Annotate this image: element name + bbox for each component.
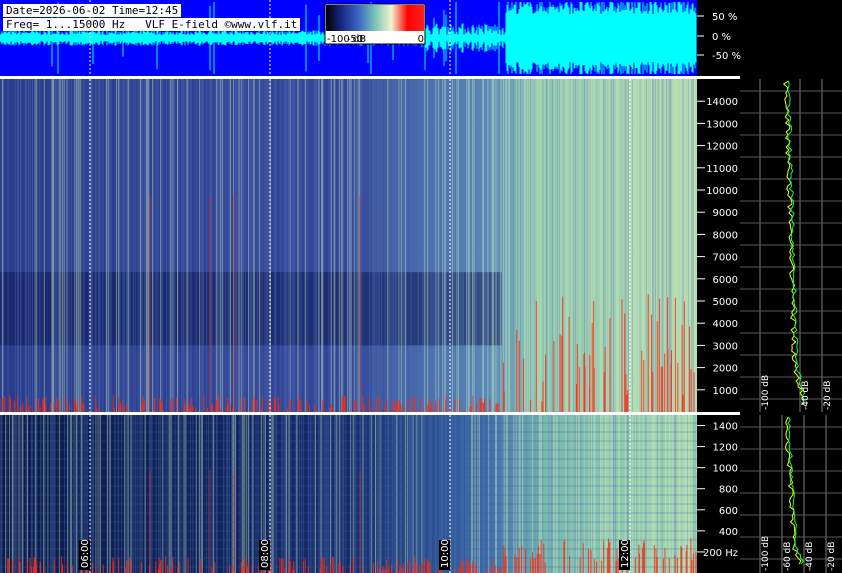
freq-axis-full-label-3: 4000	[713, 319, 738, 330]
freq-axis-low: 200 Hz 400 600 800 1000 1200 1400	[697, 422, 738, 559]
spectrogram-low	[0, 415, 697, 573]
freq-axis-full-label-8: 9000	[713, 208, 738, 219]
freq-axis-low-label-6: 1400	[713, 422, 738, 433]
spectrum-low-xlabel-2: -40 dB	[805, 542, 815, 571]
time-label-3: 12:00	[620, 539, 631, 568]
spectrum-full-xlabel-2: -20 dB	[823, 381, 833, 410]
time-label-2: 10:00	[440, 539, 451, 568]
freq-axis-low-label-0: 200 Hz	[703, 548, 738, 559]
spectrum-low: -100 dB -60 dB -40 dB -20 dB	[740, 415, 842, 573]
freq-axis-low-label-1: 400	[719, 527, 738, 538]
spectrum-low-xlabel-1: -60 dB	[783, 542, 793, 571]
colorbar-label-2: 0	[418, 34, 424, 45]
freq-axis-full-label-7: 8000	[713, 230, 738, 241]
spectrogram-full	[0, 79, 697, 412]
vlf-spectrogram-page: 50 % 0 % -50 % -100 dB -50 0 1000 2000 3000 4000 5…	[0, 0, 842, 573]
spectrum-full-xlabel-0: -100 dB	[761, 375, 771, 410]
station-text: VLF E-field ©www.vlf.it	[145, 18, 298, 31]
waveform-separator	[0, 76, 740, 79]
spectrum-full: -100 dB -40 dB -20 dB	[740, 79, 842, 412]
freq-axis-full-label-10: 11000	[706, 164, 738, 175]
freq-axis-full-label-1: 2000	[713, 364, 738, 375]
freq-axis-low-label-3: 800	[719, 485, 738, 496]
spectrogram-separator	[0, 412, 740, 415]
colorbar: -100 dB-50 0	[324, 3, 426, 45]
time-label-1: 08:00	[260, 539, 271, 568]
spectrum-full-xlabel-1: -40 dB	[801, 381, 811, 410]
freq-axis-full-label-11: 12000	[706, 142, 738, 153]
freq-axis-full-label-6: 7000	[713, 253, 738, 264]
spectrum-low-xlabel-0: -100 dB	[761, 536, 771, 571]
freq-axis-full-label-5: 6000	[713, 275, 738, 286]
time-label-0: 06:00	[80, 539, 91, 568]
freq-range-text: Freq= 1...15000 Hz	[6, 18, 126, 31]
freq-axis-full: 1000 2000 3000 4000 5000 6000 7000 8000 9000 1000…	[697, 97, 738, 397]
spectrum-low-xlabel-3: -20 dB	[827, 542, 837, 571]
waveform-label-0: 50 %	[712, 12, 737, 23]
freq-axis-low-label-2: 600	[719, 506, 738, 517]
freq-axis-full-label-12: 13000	[706, 119, 738, 130]
freq-info-label: Freq= 1...15000 Hz VLF E-field ©www.vlf.…	[3, 18, 301, 31]
freq-axis-full-label-0: 1000	[713, 386, 738, 397]
freq-axis-full-label-9: 10000	[706, 186, 738, 197]
colorbar-gradient	[326, 5, 424, 31]
vlf-canvas: 50 % 0 % -50 % -100 dB -50 0 1000 2000 3000 4000 5…	[0, 0, 842, 573]
colorbar-label-1: -50	[347, 34, 363, 45]
freq-axis-full-label-13: 14000	[706, 97, 738, 108]
freq-axis-full-label-4: 5000	[713, 297, 738, 308]
freq-axis-full-label-2: 3000	[713, 341, 738, 352]
waveform-label-2: -50 %	[712, 51, 741, 62]
freq-axis-low-label-5: 1200	[713, 443, 738, 454]
date-time-label: Date=2026-06-02 Time=12:45	[3, 4, 182, 17]
freq-axis-low-label-4: 1000	[713, 464, 738, 475]
waveform-label-1: 0 %	[712, 32, 731, 43]
